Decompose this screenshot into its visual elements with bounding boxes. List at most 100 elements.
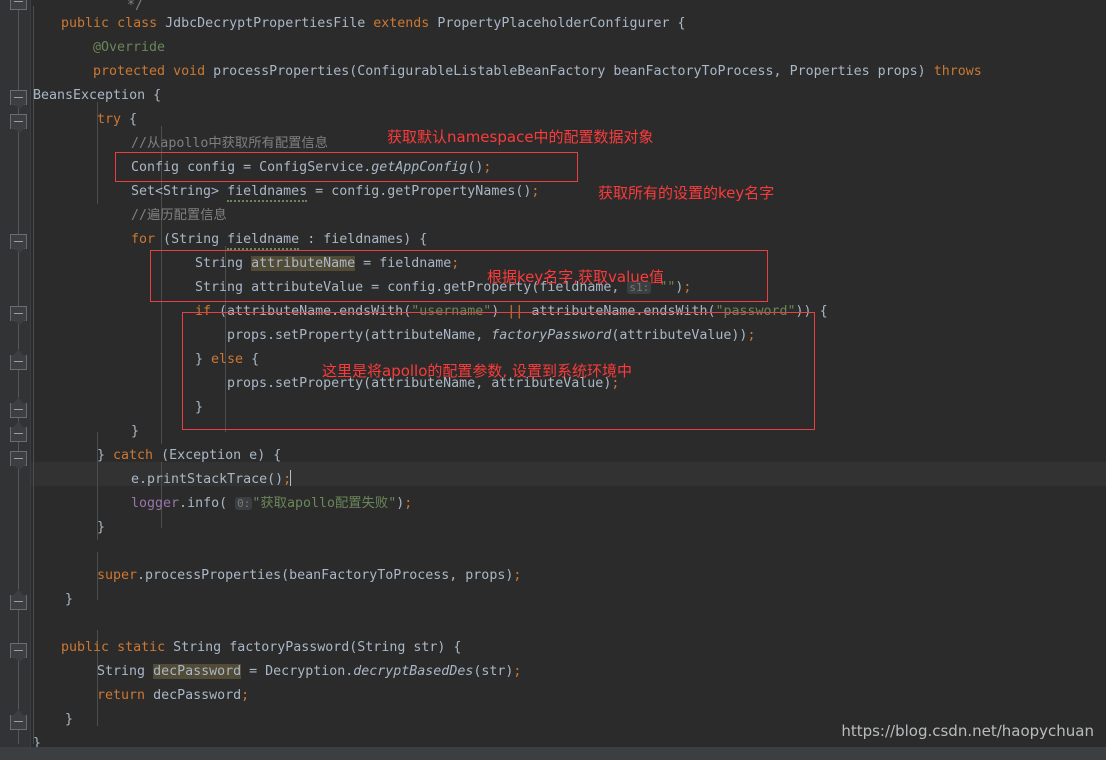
code-line: @Override — [93, 36, 165, 60]
keyword-throws: throws — [933, 64, 982, 79]
code-line: } else { — [195, 352, 260, 367]
type-string: String — [357, 640, 406, 655]
var-e: e — [131, 472, 140, 487]
method-decryptbaseddes: decryptBasedDes — [353, 664, 474, 679]
var-config: config — [387, 280, 436, 295]
var-props: props — [465, 568, 506, 583]
code-line: return decPassword; — [97, 688, 250, 703]
annotation-note-sysenv: 这里是将apollo的配置参数, 设置到系统环境中 — [322, 362, 632, 380]
method-name: processProperties — [213, 64, 350, 79]
annotation-override: @Override — [93, 40, 166, 55]
var-props: props — [227, 328, 268, 343]
code-line: String attributeName = fieldname; — [195, 256, 460, 271]
code-line: //从apollo中获取所有配置信息 — [131, 132, 328, 156]
type-string: String — [97, 664, 146, 679]
code-fold-rail — [18, 0, 19, 744]
code-line: BeansException { — [33, 88, 162, 103]
type-config: Config — [131, 160, 180, 175]
code-line: protected void processProperties(Configu… — [93, 64, 982, 79]
var-attributevalue: attributeValue — [619, 328, 732, 343]
code-line: public static String factoryPassword(Str… — [61, 640, 462, 655]
operator-or: || — [507, 304, 524, 319]
keyword-protected: protected — [93, 64, 166, 79]
exception-type: BeansException — [33, 88, 146, 103]
fold-marker-icon[interactable] — [10, 306, 27, 321]
superclass-name: PropertyPlaceholderConfigurer — [437, 16, 670, 31]
keyword-catch: catch — [113, 448, 154, 463]
class-decryption: Decryption — [265, 664, 346, 679]
code-line: } catch (Exception e) { — [97, 448, 282, 463]
code-line: logger.info( 0: "获取apollo配置失败"); — [131, 496, 413, 511]
type-string: String — [195, 280, 244, 295]
fold-marker-icon[interactable] — [10, 234, 27, 249]
var-attributename: attributeName — [371, 328, 476, 343]
code-editor[interactable]: */ public class JdbcDecryptPropertiesFil… — [0, 0, 1106, 760]
method-processproperties: processProperties — [145, 568, 282, 583]
fold-marker-icon[interactable] — [10, 90, 27, 105]
fold-marker-icon[interactable] — [10, 403, 27, 418]
var-attributename-highlighted: attributeName — [251, 256, 356, 271]
code-content[interactable]: */ public class JdbcDecryptPropertiesFil… — [31, 0, 1106, 760]
var-fieldname: fieldname — [379, 256, 452, 271]
var-e: e — [249, 448, 258, 463]
code-line: for (String fieldname : fieldnames) { — [131, 228, 427, 252]
param-type: Properties — [789, 64, 870, 79]
fold-marker-icon[interactable] — [10, 643, 27, 658]
code-line: e.printStackTrace(); — [131, 470, 292, 487]
var-decpassword: decPassword — [153, 688, 242, 703]
keyword-extends: extends — [373, 16, 430, 31]
indent-guide — [33, 6, 34, 744]
keyword-public: public — [61, 16, 110, 31]
method-factorypassword: factoryPassword — [229, 640, 350, 655]
watermark-url: https://blog.csdn.net/haopychuan — [841, 722, 1094, 740]
keyword-static: static — [117, 640, 166, 655]
editor-bottom-bar — [0, 747, 1106, 760]
parameter-hint: 0: — [235, 497, 253, 510]
code-line: } — [195, 400, 204, 415]
method-printstacktrace: printStackTrace — [147, 472, 268, 487]
comment-loop: //遍历配置信息 — [131, 208, 227, 223]
fold-marker-icon[interactable] — [10, 595, 27, 610]
fold-marker-icon[interactable] — [10, 715, 27, 730]
param-name: props — [877, 64, 918, 79]
var-fieldnames: fieldnames — [323, 232, 404, 247]
keyword-void: void — [173, 64, 206, 79]
var-fieldnames: fieldnames — [227, 184, 308, 202]
fold-marker-icon[interactable] — [10, 427, 27, 442]
var-logger: logger — [131, 496, 180, 511]
var-decpassword-highlighted: decPassword — [153, 664, 242, 679]
code-line: } — [65, 592, 74, 607]
method-setproperty: setProperty — [275, 328, 364, 343]
fold-marker-icon[interactable] — [10, 0, 27, 10]
type-set-string: Set<String> — [131, 184, 220, 199]
type-string: String — [171, 232, 220, 247]
code-line: } — [65, 712, 74, 727]
fold-marker-icon[interactable] — [10, 114, 27, 129]
type-string: String — [195, 256, 244, 271]
method-info: info — [187, 496, 220, 511]
code-line: //遍历配置信息 — [131, 204, 227, 228]
keyword-else: else — [211, 352, 244, 367]
code-line: Set<String> fieldnames = config.getPrope… — [131, 180, 539, 204]
fold-marker-icon[interactable] — [10, 355, 27, 370]
method-getpropertynames: getPropertyNames — [387, 184, 516, 199]
code-line: public class JdbcDecryptPropertiesFile e… — [61, 16, 686, 31]
method-endswith: endsWith — [643, 304, 708, 319]
comment-apollo: //从apollo中获取所有配置信息 — [131, 136, 329, 151]
keyword-for: for — [131, 232, 156, 247]
string-apollo-fail: "获取apollo配置失败" — [252, 496, 397, 511]
text-caret — [290, 470, 292, 486]
code-line: } — [97, 520, 106, 535]
keyword-if: if — [195, 304, 212, 319]
code-line: String decPassword = Decryption.decryptB… — [97, 664, 522, 679]
keyword-class: class — [117, 16, 158, 31]
param-name: beanFactoryToProcess — [613, 64, 774, 79]
var-fieldname: fieldname — [227, 232, 300, 250]
fold-marker-icon[interactable] — [10, 451, 27, 466]
method-getappconfig: getAppConfig — [371, 160, 468, 175]
code-line: try { — [97, 112, 138, 127]
var-beanfactory: beanFactoryToProcess — [289, 568, 450, 583]
method-endswith: endsWith — [339, 304, 404, 319]
string-password: "password" — [715, 304, 796, 319]
var-str: str — [481, 664, 506, 679]
